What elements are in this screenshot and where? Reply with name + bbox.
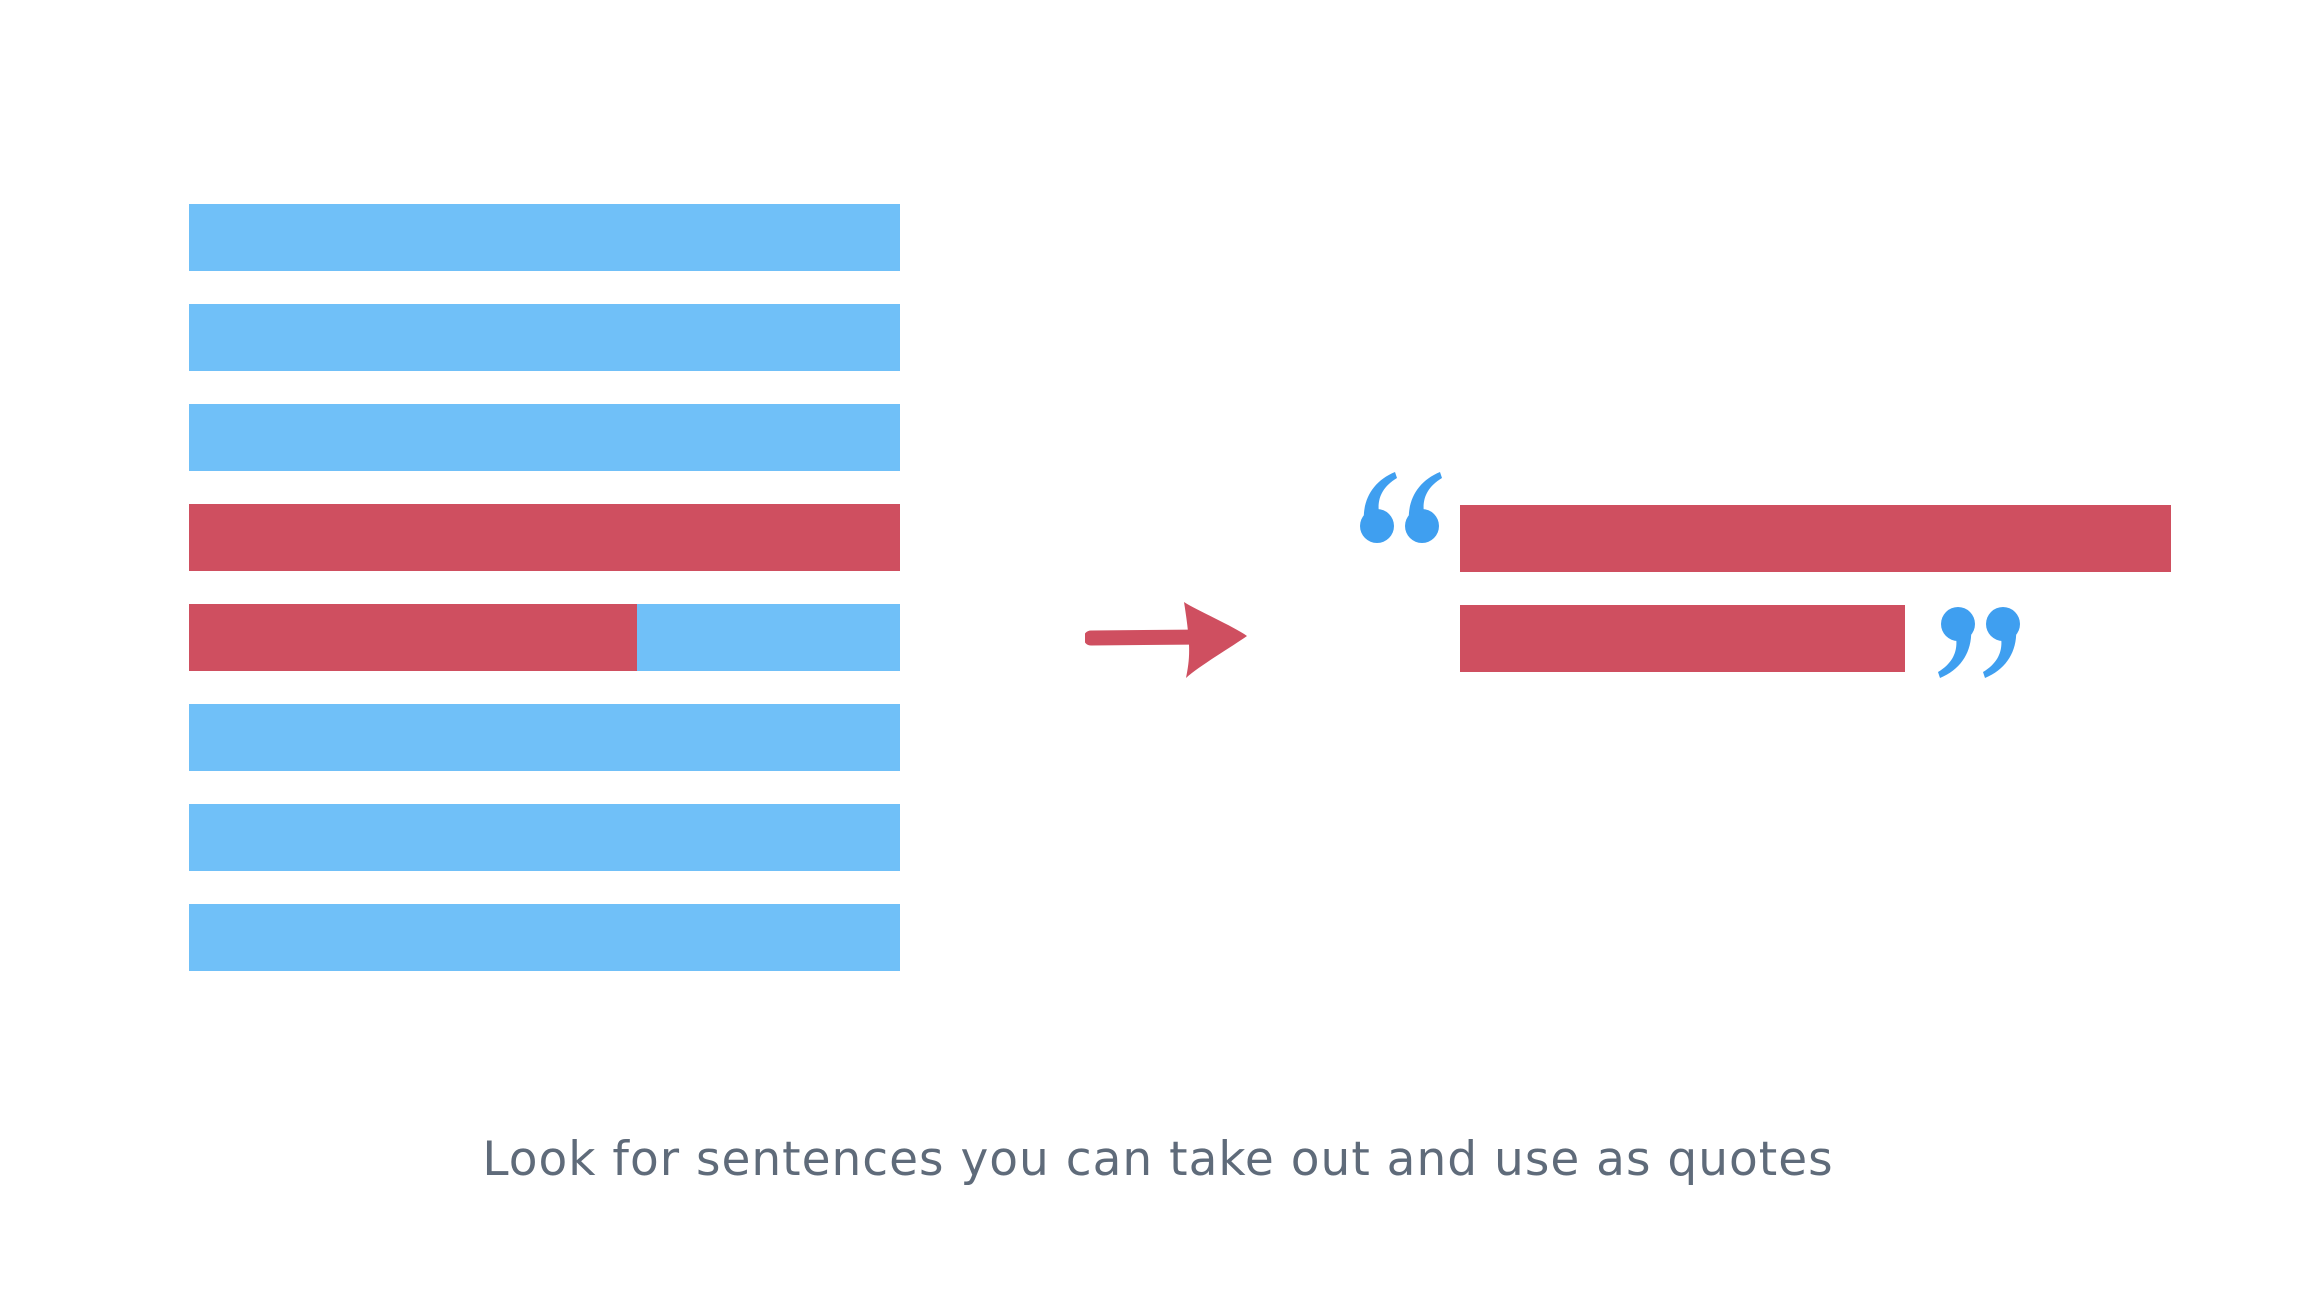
highlighted-sentence — [189, 504, 900, 571]
document-line — [189, 204, 900, 271]
quote-line-2 — [1460, 605, 1905, 672]
quote-line-1 — [1460, 505, 2171, 572]
caption: Look for sentences you can take out and … — [482, 1132, 1834, 1187]
document-line — [189, 304, 900, 371]
document-line — [189, 904, 900, 971]
open-quote-icon — [1355, 470, 1450, 550]
document-line — [189, 704, 900, 771]
highlighted-sentence — [189, 604, 637, 671]
document-line — [189, 504, 900, 571]
document-line — [189, 804, 900, 871]
right-arrow-icon — [1083, 596, 1250, 681]
document-line — [189, 404, 900, 471]
close-quote-icon — [1930, 600, 2025, 680]
document-line — [189, 604, 900, 671]
quote-extraction-diagram: Look for sentences you can take out and … — [0, 0, 2316, 1300]
